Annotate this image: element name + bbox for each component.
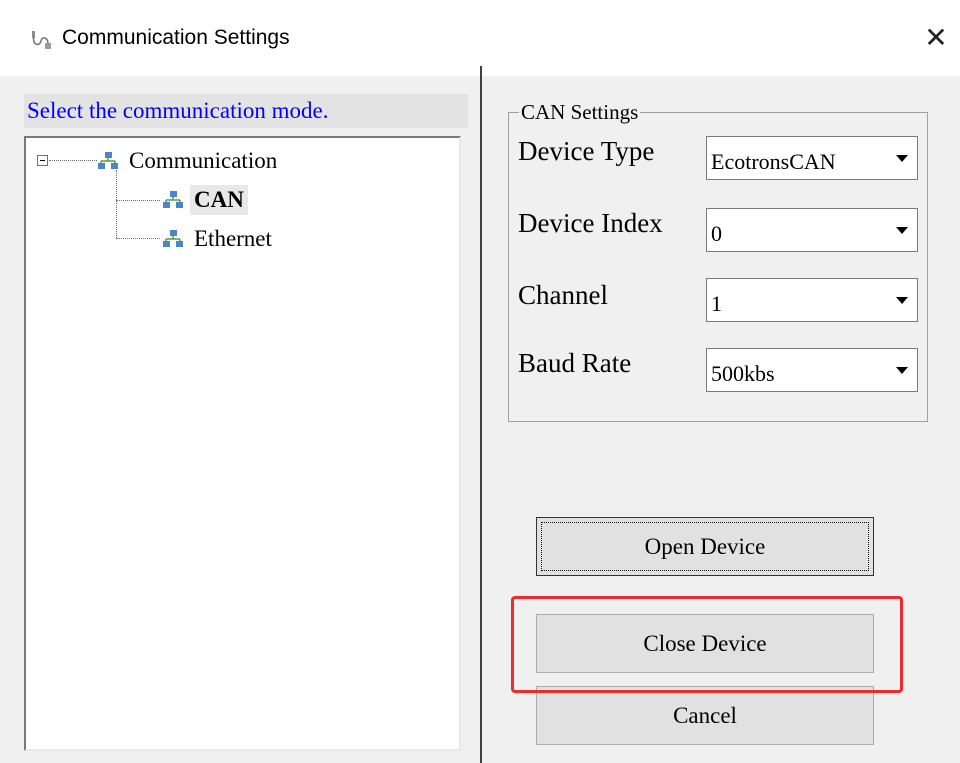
- network-icon: [163, 191, 183, 208]
- tree-connector-line: [116, 170, 117, 238]
- device-type-value: EcotronsCAN: [711, 149, 836, 174]
- tree-node-ethernet[interactable]: Ethernet: [162, 224, 276, 254]
- dropdown-arrow-icon[interactable]: [887, 209, 917, 251]
- mode-panel: Select the communication mode. Communica…: [0, 76, 480, 763]
- tree-node-can[interactable]: CAN: [162, 185, 248, 215]
- tree-node-label: Communication: [129, 148, 278, 173]
- device-type-label: Device Type: [518, 136, 655, 166]
- dropdown-arrow-icon[interactable]: [887, 349, 917, 391]
- tree-connector-line: [49, 160, 97, 161]
- close-device-button[interactable]: Close Device: [536, 614, 874, 673]
- dropdown-arrow-icon[interactable]: [887, 279, 917, 321]
- panel-divider: [480, 66, 482, 763]
- tree-node-label: Ethernet: [194, 226, 272, 251]
- wired-plug-icon: [32, 31, 51, 49]
- tree-node-label: CAN: [190, 185, 248, 215]
- title-bar: Communication Settings ✕: [0, 0, 960, 76]
- window-title: Communication Settings: [62, 26, 290, 49]
- channel-select[interactable]: 1: [706, 278, 918, 322]
- open-device-button[interactable]: Open Device: [536, 517, 874, 576]
- dialog-client-area: Select the communication mode. Communica…: [0, 66, 960, 763]
- channel-value: 1: [711, 291, 722, 316]
- device-index-label: Device Index: [518, 208, 663, 238]
- tree-node-communication[interactable]: Communication: [97, 146, 281, 176]
- baud-rate-value: 500kbs: [711, 361, 775, 386]
- tree-collapse-icon[interactable]: [37, 155, 48, 166]
- dropdown-arrow-icon[interactable]: [887, 137, 917, 179]
- channel-label: Channel: [518, 280, 608, 310]
- baud-rate-label: Baud Rate: [518, 348, 632, 378]
- device-index-value: 0: [711, 221, 722, 246]
- close-window-button[interactable]: ✕: [916, 18, 956, 58]
- tree-connector-line: [116, 200, 160, 201]
- cancel-button[interactable]: Cancel: [536, 686, 874, 745]
- baud-rate-select[interactable]: 500kbs: [706, 348, 918, 392]
- communication-tree[interactable]: Communication CAN Ethernet: [24, 136, 461, 751]
- network-icon: [163, 230, 183, 247]
- can-settings-legend: CAN Settings: [521, 100, 639, 124]
- device-index-select[interactable]: 0: [706, 208, 918, 252]
- network-icon: [98, 152, 118, 169]
- device-type-select[interactable]: EcotronsCAN: [706, 136, 918, 180]
- tree-connector-line: [116, 238, 160, 239]
- instruction-label: Select the communication mode.: [24, 94, 468, 128]
